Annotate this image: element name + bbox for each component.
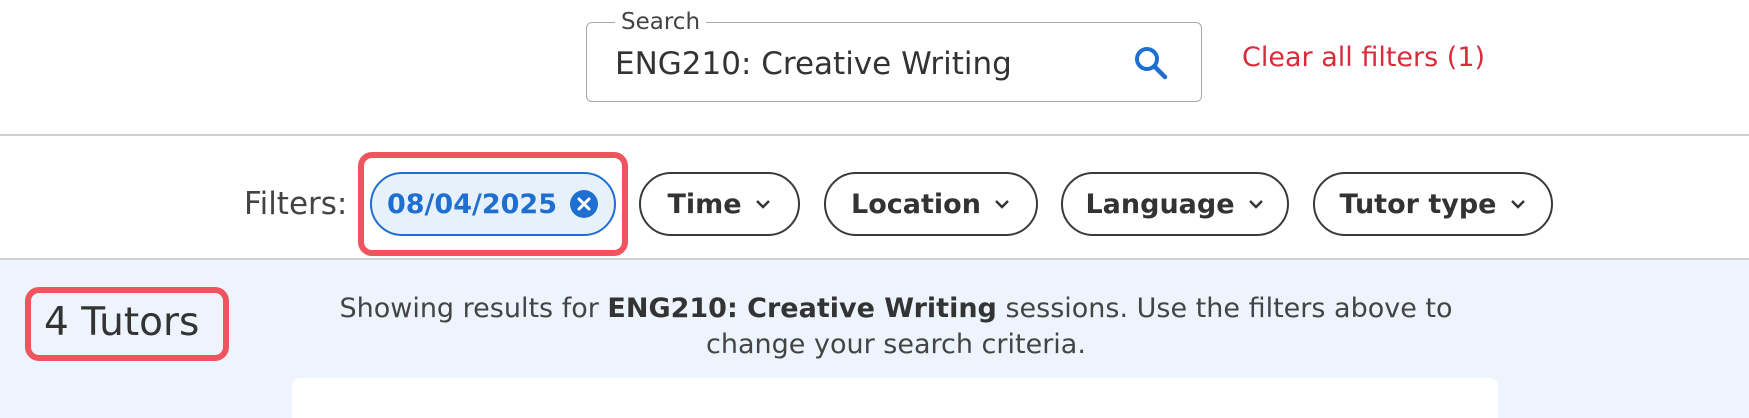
chevron-down-icon (1510, 200, 1525, 209)
time-filter-dropdown[interactable]: Time (639, 172, 800, 236)
search-label: Search (615, 9, 707, 35)
search-field[interactable]: Search ENG210: Creative Writing (586, 9, 1202, 102)
time-filter-label: Time (667, 188, 742, 220)
clear-all-filters-link[interactable]: Clear all filters (1) (1242, 42, 1485, 73)
results-section: 4 Tutors Showing results for ENG210: Cre… (0, 260, 1749, 418)
chevron-down-icon (1248, 200, 1263, 209)
tutor-type-filter-label: Tutor type (1339, 188, 1497, 220)
chevron-down-icon (755, 200, 770, 209)
summary-prefix: Showing results for (339, 293, 608, 324)
date-filter-label: 08/04/2025 (386, 188, 557, 220)
tutor-card[interactable] (292, 378, 1498, 418)
results-summary: Showing results for ENG210: Creative Wri… (296, 291, 1496, 363)
search-header: Search ENG210: Creative Writing Clear al… (0, 0, 1749, 136)
search-icon[interactable] (1131, 43, 1171, 83)
language-filter-label: Language (1085, 188, 1235, 220)
date-filter-chip[interactable]: 08/04/2025 (370, 172, 616, 236)
close-circle-icon[interactable] (569, 189, 599, 219)
filters-bar: Filters: 08/04/2025 Time Location Langua… (0, 136, 1749, 260)
location-filter-label: Location (851, 188, 981, 220)
search-input[interactable]: ENG210: Creative Writing (615, 46, 1012, 82)
tutor-count: 4 Tutors (44, 300, 200, 345)
summary-course: ENG210: Creative Writing (607, 293, 997, 324)
language-filter-dropdown[interactable]: Language (1061, 172, 1289, 236)
tutor-type-filter-dropdown[interactable]: Tutor type (1313, 172, 1553, 236)
location-filter-dropdown[interactable]: Location (824, 172, 1038, 236)
filters-label: Filters: (244, 186, 348, 222)
chevron-down-icon (995, 200, 1009, 209)
